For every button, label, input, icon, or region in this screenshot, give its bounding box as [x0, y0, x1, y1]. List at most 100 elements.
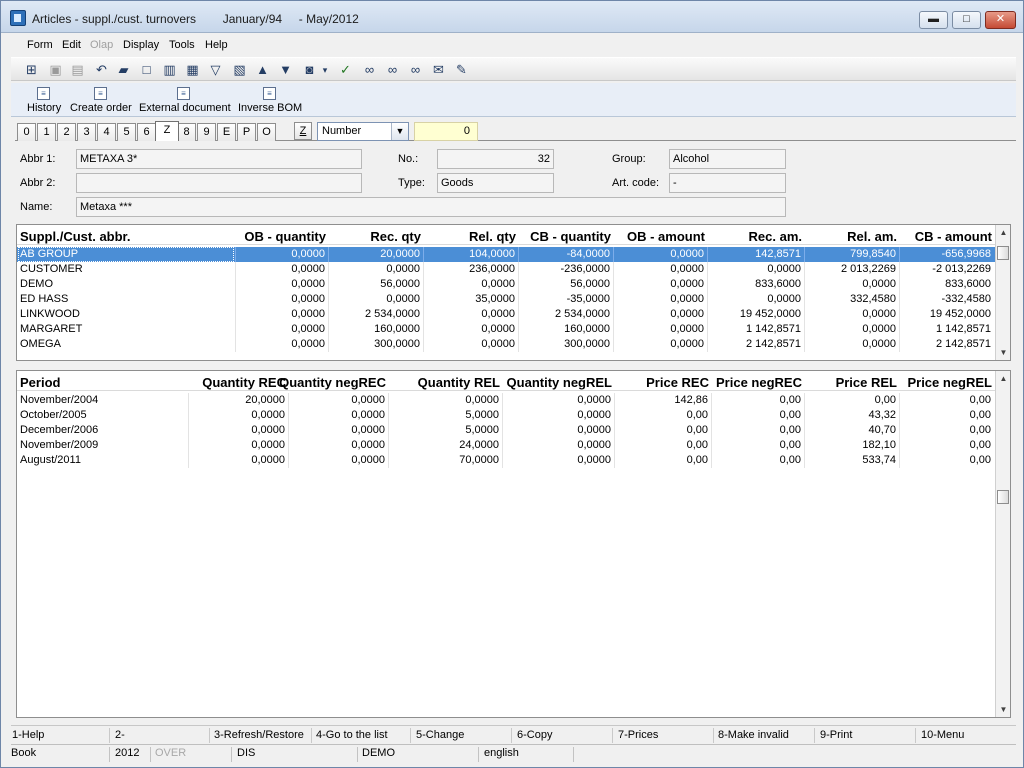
maximize-button[interactable]: □ [952, 11, 981, 29]
table-cell[interactable]: 0,0000 [331, 293, 420, 307]
table-cell[interactable]: -2 013,2269 [902, 263, 991, 277]
table-cell[interactable]: 0,00 [902, 409, 991, 423]
table-cell[interactable]: 0,0000 [426, 278, 515, 292]
table-cell[interactable]: 0,0000 [191, 409, 285, 423]
table-row[interactable]: OMEGA 0,0000 300,0000 0,0000 300,0000 0,0000 2… [17, 337, 995, 352]
z-button[interactable]: Z [294, 122, 312, 140]
table-cell[interactable]: 142,8571 [710, 248, 801, 262]
top_grid-header-2[interactable]: Rec. qty [370, 229, 421, 244]
table-row[interactable]: AB GROUP 0,0000 20,0000 104,0000 -84,0000 0,0… [17, 247, 995, 262]
table-cell[interactable]: 0,0000 [505, 424, 611, 438]
table-cell[interactable]: 0,0000 [505, 454, 611, 468]
scroll-down-icon[interactable]: ▼ [996, 702, 1010, 717]
table-cell[interactable]: 0,00 [714, 424, 801, 438]
check-icon[interactable]: ✓ [337, 62, 354, 78]
table-cell[interactable]: 0,00 [617, 424, 708, 438]
menu-form[interactable]: Form [27, 39, 53, 51]
table-cell[interactable]: 182,10 [807, 439, 896, 453]
new-document-icon[interactable]: □ [138, 62, 155, 78]
table-cell[interactable]: November/2004 [20, 394, 185, 408]
open-folder-icon[interactable]: ▰ [115, 62, 132, 78]
tab-1[interactable]: 1 [37, 123, 56, 141]
type-field[interactable]: Goods [437, 173, 554, 193]
table-cell[interactable]: 0,0000 [616, 308, 704, 322]
table-row[interactable]: DEMO 0,0000 56,0000 0,0000 56,0000 0,0000 833,… [17, 277, 995, 292]
book-icon[interactable]: ▦ [184, 62, 201, 78]
bottom_grid-header-4[interactable]: Quantity negREL [507, 375, 612, 390]
scroll-up-icon[interactable]: ▲ [996, 371, 1010, 386]
table-cell[interactable]: 0,0000 [807, 308, 896, 322]
table-cell[interactable]: November/2009 [20, 439, 185, 453]
top_grid-header-0[interactable]: Suppl./Cust. abbr. [20, 229, 131, 244]
scroll-down-icon[interactable]: ▼ [996, 345, 1010, 360]
menu-edit[interactable]: Edit [62, 39, 81, 51]
table-cell[interactable]: 0,0000 [291, 439, 385, 453]
table-cell[interactable]: -236,0000 [521, 263, 610, 277]
table-cell[interactable]: 0,0000 [710, 293, 801, 307]
close-button[interactable]: ✕ [985, 11, 1016, 29]
table-cell[interactable]: 0,0000 [291, 394, 385, 408]
abbr2-field[interactable] [76, 173, 362, 193]
table-cell[interactable]: 300,0000 [521, 338, 610, 352]
table-cell[interactable]: 0,00 [902, 439, 991, 453]
name-field[interactable]: Metaxa *** [76, 197, 786, 217]
chevron-down-icon[interactable]: ▼ [391, 123, 408, 140]
scroll-thumb[interactable] [997, 246, 1009, 260]
top_grid-header-4[interactable]: CB - quantity [530, 229, 611, 244]
table-cell[interactable]: 0,00 [714, 439, 801, 453]
table-cell[interactable]: 0,0000 [238, 308, 325, 322]
undo-icon[interactable]: ↶ [93, 62, 110, 78]
table-cell[interactable]: 5,0000 [391, 424, 499, 438]
table-cell[interactable]: 19 452,0000 [710, 308, 801, 322]
table-cell[interactable]: 24,0000 [391, 439, 499, 453]
table-cell[interactable]: 0,0000 [616, 323, 704, 337]
table-cell[interactable]: 20,0000 [191, 394, 285, 408]
bottom_grid-header-0[interactable]: Period [20, 375, 60, 390]
table-cell[interactable]: 2 142,8571 [710, 338, 801, 352]
table-cell[interactable]: 0,00 [714, 409, 801, 423]
external-document-button[interactable]: ≡ External document [139, 86, 231, 116]
table-cell[interactable]: 799,8540 [807, 248, 896, 262]
table-cell[interactable]: 0,00 [902, 394, 991, 408]
arrow-down-icon[interactable]: ▼ [277, 62, 294, 78]
table-cell[interactable]: 332,4580 [807, 293, 896, 307]
table-cell[interactable]: 70,0000 [391, 454, 499, 468]
table-cell[interactable]: MARGARET [20, 323, 232, 337]
table-cell[interactable]: 2 013,2269 [807, 263, 896, 277]
table-cell[interactable]: 0,0000 [426, 323, 515, 337]
group-field[interactable]: Alcohol [669, 149, 786, 169]
table-cell[interactable]: 0,0000 [616, 293, 704, 307]
table-cell[interactable]: 40,70 [807, 424, 896, 438]
table-cell[interactable]: 0,0000 [426, 308, 515, 322]
table-cell[interactable]: -35,0000 [521, 293, 610, 307]
number-field[interactable]: 32 [437, 149, 554, 169]
tab-9[interactable]: 9 [197, 123, 216, 141]
tab-0[interactable]: 0 [17, 123, 36, 141]
table-cell[interactable]: 2 534,0000 [521, 308, 610, 322]
menu-help[interactable]: Help [205, 39, 228, 51]
table-cell[interactable]: 160,0000 [331, 323, 420, 337]
table-cell[interactable]: 0,0000 [191, 454, 285, 468]
table-cell[interactable]: 0,0000 [807, 323, 896, 337]
table-cell[interactable]: 0,00 [714, 454, 801, 468]
supplier-table-scrollbar[interactable]: ▲ ▼ [995, 225, 1010, 360]
top_grid-header-3[interactable]: Rel. qty [469, 229, 516, 244]
tab-3[interactable]: 3 [77, 123, 96, 141]
table-row[interactable]: CUSTOMER 0,0000 0,0000 236,0000 -236,0000 0,0… [17, 262, 995, 277]
table-cell[interactable]: DEMO [20, 278, 232, 292]
table-cell[interactable]: 35,0000 [426, 293, 515, 307]
table-cell[interactable]: 2 142,8571 [902, 338, 991, 352]
bottom_grid-header-2[interactable]: Quantity negREC [279, 375, 386, 390]
fkey-print[interactable]: 9-Print [820, 729, 852, 741]
fkey-refresh[interactable]: 3-Refresh/Restore [214, 729, 304, 741]
table-row[interactable]: November/2009 0,0000 0,0000 24,0000 0,0000 0,… [17, 438, 995, 453]
table-cell[interactable]: 0,0000 [616, 263, 704, 277]
tab-8[interactable]: 8 [177, 123, 196, 141]
table-row[interactable]: December/2006 0,0000 0,0000 5,0000 0,0000 0,0… [17, 423, 995, 438]
fkey-copy[interactable]: 6-Copy [517, 729, 552, 741]
table-cell[interactable]: 56,0000 [521, 278, 610, 292]
table-cell[interactable]: 0,0000 [191, 439, 285, 453]
table-cell[interactable]: 0,0000 [505, 439, 611, 453]
table-cell[interactable]: 833,6000 [710, 278, 801, 292]
table-cell[interactable]: 0,0000 [391, 394, 499, 408]
